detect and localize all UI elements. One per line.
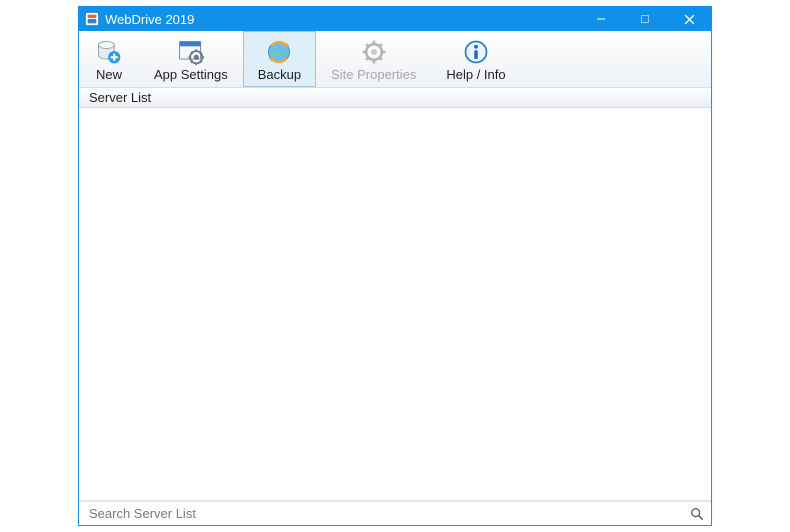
minimize-button[interactable]	[579, 7, 623, 31]
help-info-button[interactable]: Help / Info	[431, 31, 520, 87]
app-settings-button[interactable]: App Settings	[139, 31, 243, 87]
toolbar-label: New	[96, 67, 122, 82]
close-button[interactable]	[667, 7, 711, 31]
server-list-header: Server List	[79, 88, 711, 108]
new-button[interactable]: New	[79, 31, 139, 87]
search-bar	[79, 501, 711, 525]
search-input[interactable]	[87, 502, 683, 525]
window-title: WebDrive 2019	[105, 12, 579, 27]
settings-window-icon	[177, 38, 205, 66]
app-window: WebDrive 2019	[78, 6, 712, 526]
toolbar: New	[79, 31, 711, 88]
toolbar-label: Backup	[258, 67, 301, 82]
toolbar-label: App Settings	[154, 67, 228, 82]
toolbar-label: Help / Info	[446, 67, 505, 82]
globe-refresh-icon	[265, 38, 293, 66]
app-icon	[85, 12, 99, 26]
backup-button[interactable]: Backup	[243, 31, 316, 87]
toolbar-label: Site Properties	[331, 67, 416, 82]
titlebar: WebDrive 2019	[79, 7, 711, 31]
info-icon	[462, 38, 490, 66]
server-list-title: Server List	[89, 90, 151, 105]
site-properties-button: Site Properties	[316, 31, 431, 87]
server-list-area[interactable]	[79, 108, 711, 501]
search-icon[interactable]	[687, 504, 707, 524]
gear-icon	[360, 38, 388, 66]
database-add-icon	[95, 38, 123, 66]
window-controls	[579, 7, 711, 31]
maximize-button[interactable]	[623, 7, 667, 31]
